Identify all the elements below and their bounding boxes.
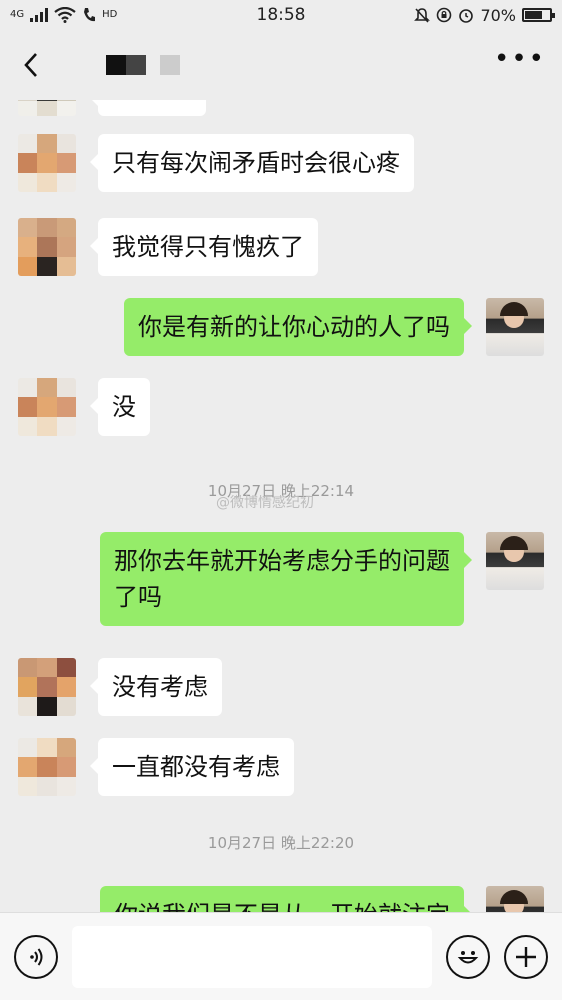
avatar[interactable] xyxy=(18,134,76,192)
avatar[interactable] xyxy=(18,218,76,276)
avatar[interactable] xyxy=(18,738,76,796)
signal-label: 4G xyxy=(10,9,25,20)
more-icon[interactable]: ••• xyxy=(494,46,546,76)
status-left: 4G HD xyxy=(10,7,117,23)
contact-name-mosaic xyxy=(106,55,146,75)
message-bubble[interactable]: 一直都没有考虑 xyxy=(90,738,294,796)
avatar-mosaic xyxy=(18,378,76,436)
self-avatar[interactable] xyxy=(486,532,544,590)
chat-header: ••• xyxy=(0,30,562,100)
avatar[interactable] xyxy=(18,100,76,116)
avatar-mosaic xyxy=(18,134,76,192)
watermark: @微博情感纪初 xyxy=(216,495,314,511)
lock-rotate-icon xyxy=(437,7,452,23)
avatar-mosaic xyxy=(18,218,76,276)
battery-percent: 70% xyxy=(480,5,516,25)
message-bubble[interactable]: 只有每次闹矛盾时会很心疼 xyxy=(90,134,414,192)
mute-bell-icon xyxy=(414,8,431,23)
avatar-mosaic xyxy=(18,100,76,116)
chat-messages: 只有每次闹矛盾时会很心疼 我觉得只有愧疚了 你是有新的让你心动的人了吗 没 10… xyxy=(0,100,562,912)
contact-name xyxy=(92,55,180,75)
input-bar xyxy=(0,912,562,1000)
status-right: 70% xyxy=(414,5,555,25)
self-avatar[interactable] xyxy=(486,298,544,356)
self-avatar[interactable] xyxy=(486,886,544,912)
alarm-icon xyxy=(459,9,474,23)
contact-name-mosaic-2 xyxy=(160,55,180,75)
add-icon[interactable] xyxy=(504,934,548,979)
battery-icon xyxy=(522,8,555,22)
avatar-mosaic xyxy=(18,738,76,796)
voice-icon[interactable] xyxy=(14,934,58,979)
avatar[interactable] xyxy=(18,658,76,716)
message-bubble[interactable]: 你是有新的让你心动的人了吗 xyxy=(124,298,472,356)
self-avatar-photo xyxy=(486,886,544,912)
self-avatar-photo xyxy=(486,532,544,590)
self-avatar-photo xyxy=(486,298,544,356)
emoji-icon[interactable] xyxy=(446,934,490,979)
battery-fill xyxy=(525,11,542,19)
message-bubble[interactable]: 那你去年就开始考虑分手的问题 了吗 xyxy=(100,532,472,626)
message-input[interactable] xyxy=(72,925,432,988)
message-bubble[interactable]: 没 xyxy=(90,378,150,436)
message-bubble[interactable]: 你说我们是不是从一开始就注定 xyxy=(100,886,472,912)
hd-label: HD xyxy=(102,9,118,20)
wifi-icon xyxy=(54,7,76,23)
timestamp: 10月27日 晚上22:20 xyxy=(207,834,355,852)
message-bubble[interactable] xyxy=(90,100,206,116)
signal-icon xyxy=(30,8,49,22)
avatar[interactable] xyxy=(18,378,76,436)
message-bubble[interactable]: 没有考虑 xyxy=(90,658,222,716)
message-bubble[interactable]: 我觉得只有愧疚了 xyxy=(90,218,318,276)
phone-hd-icon xyxy=(84,8,96,22)
status-bar: 4G HD 18:58 70% xyxy=(0,0,562,30)
back-icon[interactable] xyxy=(16,50,46,80)
avatar-mosaic xyxy=(18,658,76,716)
